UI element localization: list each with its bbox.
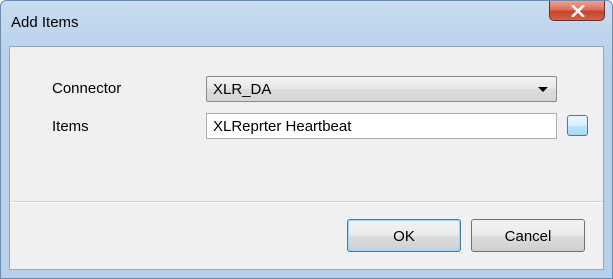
close-button[interactable] [549, 1, 605, 21]
close-icon [571, 5, 585, 17]
cancel-button[interactable]: Cancel [471, 219, 585, 252]
ok-button[interactable]: OK [347, 219, 461, 252]
items-label: Items [52, 118, 89, 135]
title-bar[interactable]: Add Items [1, 1, 612, 41]
browse-button[interactable] [567, 115, 588, 136]
connector-dropdown[interactable]: XLR_DA [206, 76, 557, 102]
connector-selected-value: XLR_DA [213, 81, 272, 98]
items-input[interactable] [206, 113, 557, 139]
dialog-body: Connector XLR_DA Items OK Cancel [9, 46, 604, 270]
chevron-down-icon [538, 87, 548, 92]
window-title: Add Items [11, 14, 79, 31]
add-items-dialog: Add Items Connector XLR_DA Items OK Canc… [0, 0, 613, 279]
connector-label: Connector [52, 80, 122, 97]
divider [10, 201, 603, 203]
